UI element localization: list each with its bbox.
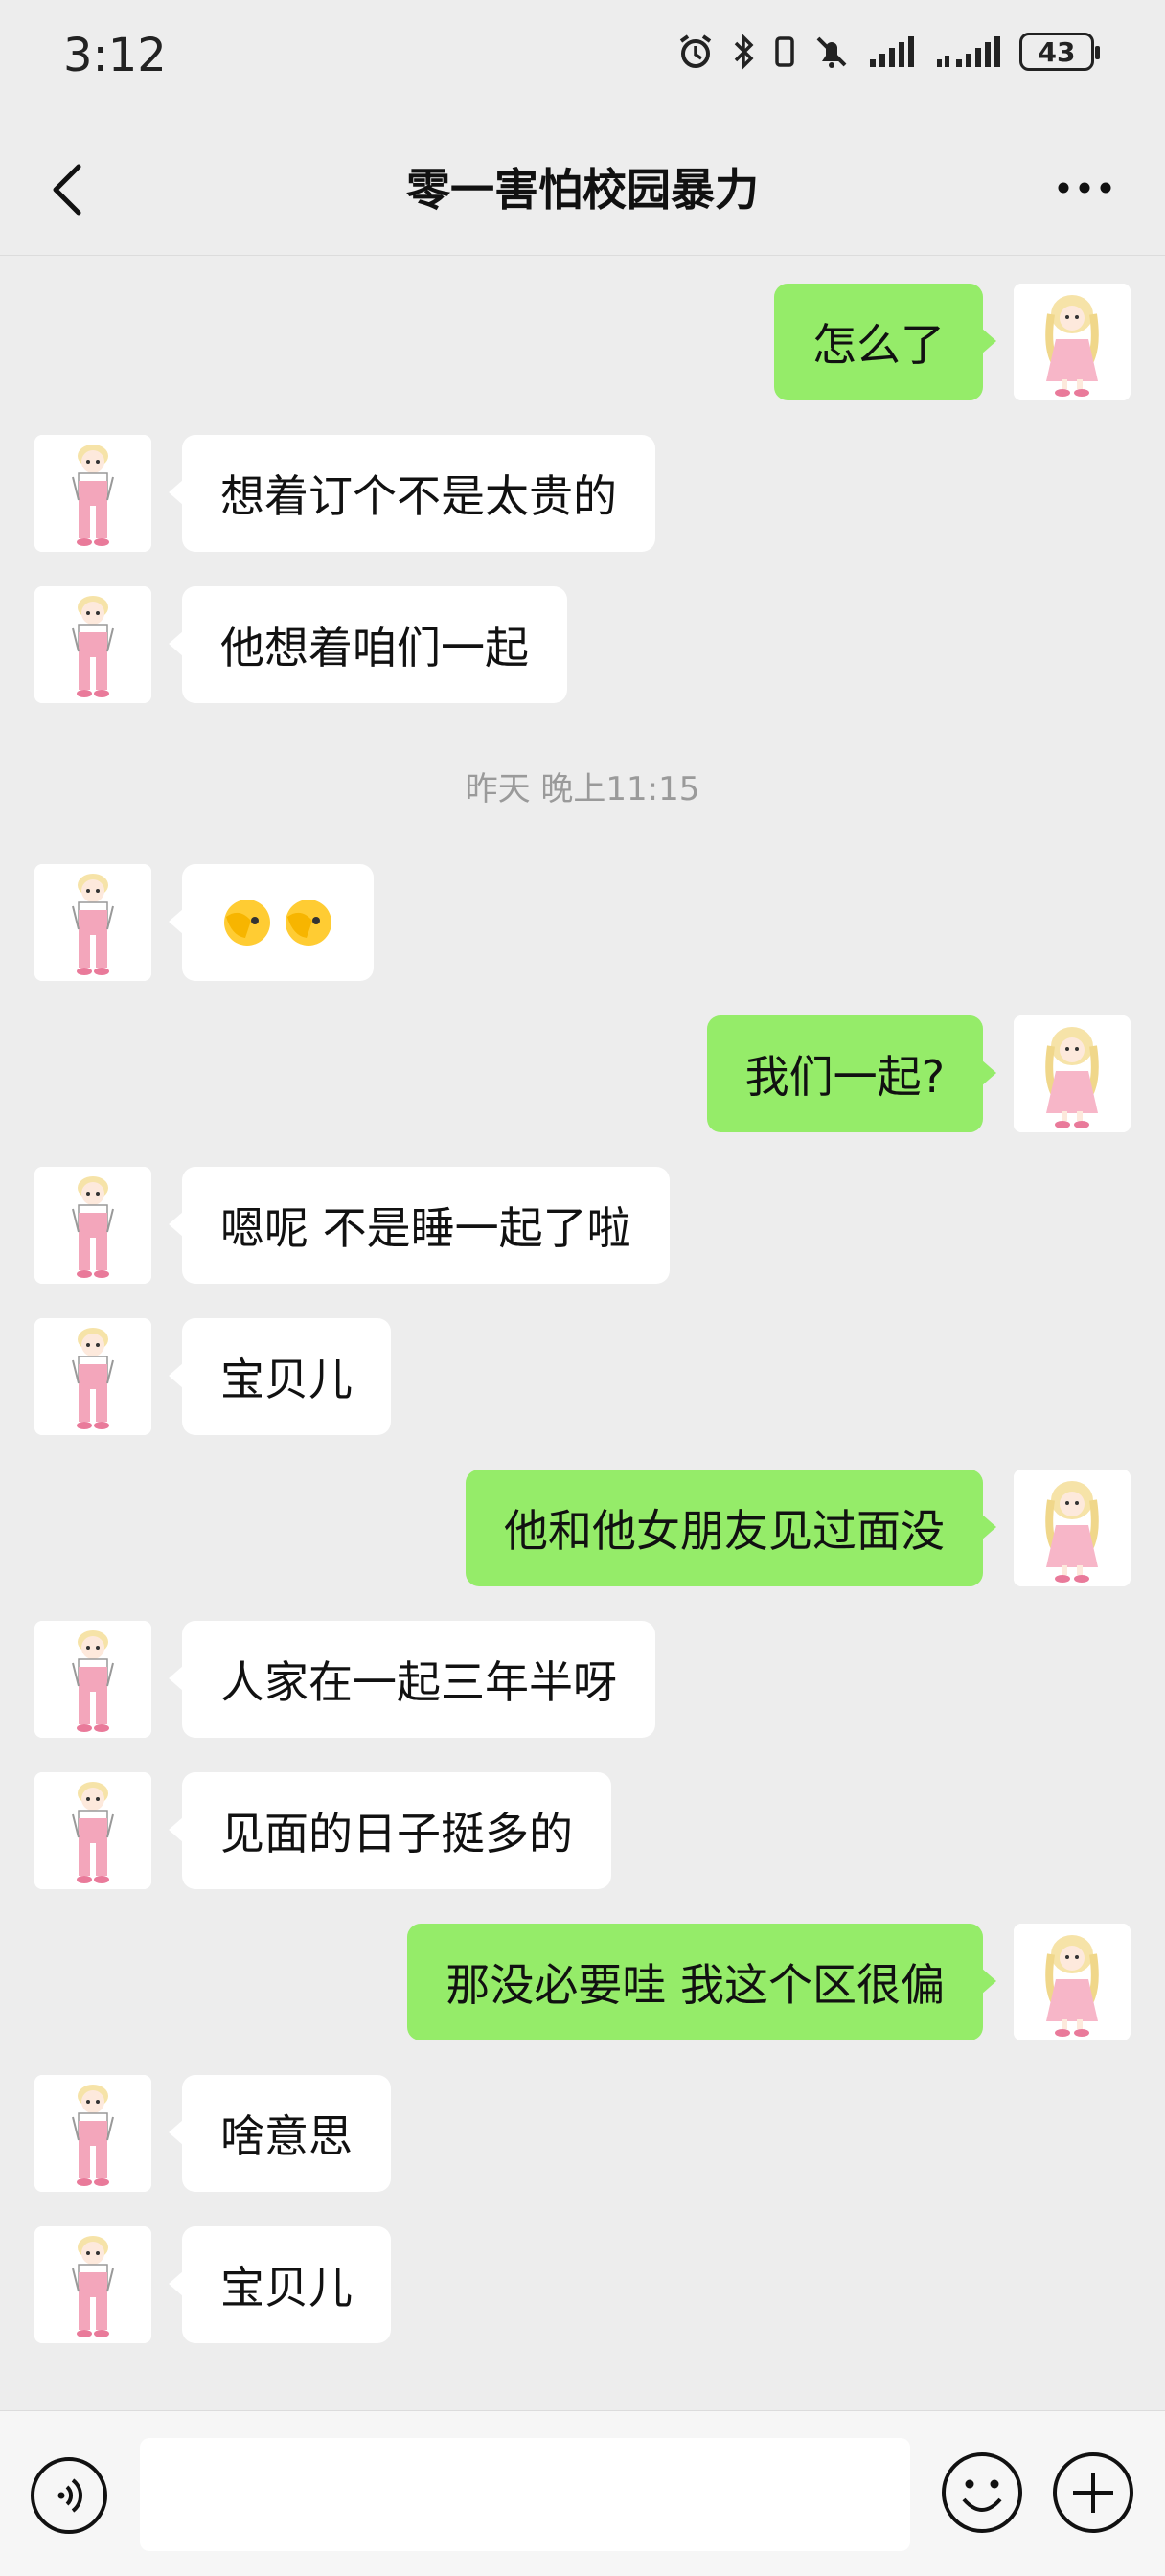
message-row: 见面的日子挺多的 [0, 1772, 1165, 1891]
status-icons: 43 [676, 33, 1100, 71]
my-avatar[interactable] [1014, 1924, 1131, 2040]
my-avatar[interactable] [1014, 284, 1131, 400]
message-row: 人家在一起三年半呀 [0, 1621, 1165, 1740]
message-row: 我们一起? [0, 1015, 1165, 1134]
chat-header: 零一害怕校园暴力 [0, 125, 1165, 256]
contact-avatar[interactable] [34, 1772, 151, 1889]
contact-avatar[interactable] [34, 2075, 151, 2192]
signal-2-icon [937, 36, 1000, 67]
message-input[interactable] [140, 2438, 910, 2551]
message-row: 他和他女朋友见过面没 [0, 1470, 1165, 1588]
message-bubble-incoming[interactable]: 宝贝儿 [169, 2226, 391, 2343]
plus-icon[interactable] [1050, 2450, 1136, 2536]
message-row: 嗯呢 不是睡一起了啦 [0, 1167, 1165, 1286]
facepalm-emoji-icon [224, 900, 270, 946]
battery-indicator: 43 [1019, 33, 1100, 71]
signal-icon [870, 36, 914, 67]
voice-icon[interactable] [29, 2455, 109, 2536]
more-icon[interactable] [1054, 169, 1115, 207]
message-row [0, 864, 1165, 983]
chat-title: 零一害怕校园暴力 [406, 164, 759, 216]
message-bubble-incoming[interactable]: 啥意思 [169, 2075, 391, 2192]
message-row: 宝贝儿 [0, 1318, 1165, 1437]
message-bubble-incoming[interactable]: 人家在一起三年半呀 [169, 1621, 655, 1738]
contact-avatar[interactable] [34, 2226, 151, 2343]
message-bubble-incoming[interactable]: 见面的日子挺多的 [169, 1772, 611, 1889]
message-row: 宝贝儿 [0, 2226, 1165, 2345]
my-avatar[interactable] [1014, 1015, 1131, 1132]
bluetooth-icon [734, 33, 754, 71]
contact-avatar[interactable] [34, 1318, 151, 1435]
message-bubble-outgoing[interactable]: 那没必要哇 我这个区很偏 [407, 1924, 996, 2040]
mute-icon [816, 36, 847, 68]
contact-avatar[interactable] [34, 435, 151, 552]
message-list[interactable]: 怎么了 想着订个不是太贵的 他想着咱们一起 昨天 晚上11:15 我们一起? 嗯… [0, 255, 1165, 2410]
message-row: 那没必要哇 我这个区很偏 [0, 1924, 1165, 2042]
facepalm-emoji-icon [286, 900, 331, 946]
message-row: 他想着咱们一起 [0, 586, 1165, 705]
alarm-icon [679, 34, 712, 68]
message-timestamp: 昨天 晚上11:15 [465, 770, 700, 809]
contact-avatar[interactable] [34, 586, 151, 703]
message-bubble-incoming[interactable]: 他想着咱们一起 [169, 586, 567, 703]
message-bubble-outgoing[interactable]: 怎么了 [774, 284, 996, 400]
contact-avatar[interactable] [34, 1167, 151, 1284]
message-bubble-outgoing[interactable]: 他和他女朋友见过面没 [466, 1470, 996, 1586]
message-bubble-incoming[interactable]: 宝贝儿 [169, 1318, 391, 1435]
status-bar: 3:12 43 [0, 0, 1165, 125]
message-bubble-incoming[interactable] [169, 864, 374, 981]
my-avatar[interactable] [1014, 1470, 1131, 1586]
message-bubble-incoming[interactable]: 嗯呢 不是睡一起了啦 [169, 1167, 670, 1284]
emoji-icon[interactable] [939, 2450, 1025, 2536]
input-bar [0, 2410, 1165, 2576]
contact-avatar[interactable] [34, 1621, 151, 1738]
message-row: 想着订个不是太贵的 [0, 435, 1165, 554]
message-row: 怎么了 [0, 284, 1165, 402]
status-time: 3:12 [63, 29, 167, 82]
message-row: 啥意思 [0, 2075, 1165, 2194]
message-bubble-incoming[interactable]: 想着订个不是太贵的 [169, 435, 655, 552]
vibrate-icon [775, 36, 794, 67]
message-bubble-outgoing[interactable]: 我们一起? [706, 1015, 997, 1132]
contact-avatar[interactable] [34, 864, 151, 981]
emoji-content [220, 896, 335, 949]
